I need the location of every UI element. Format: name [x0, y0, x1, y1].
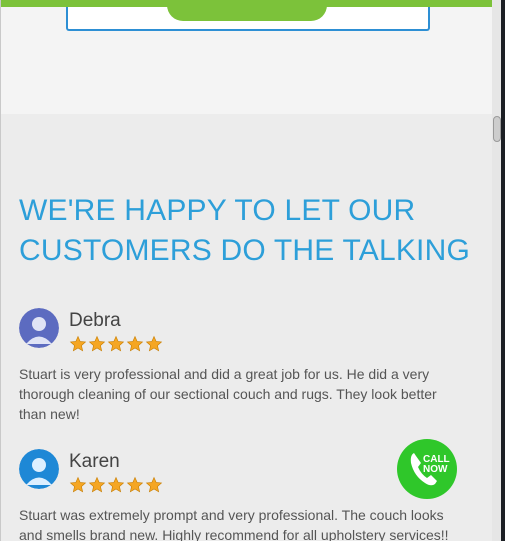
green-action-button[interactable]	[167, 5, 327, 21]
star-icon	[145, 335, 163, 352]
star-icon	[145, 476, 163, 493]
call-now-button[interactable]: CALL NOW	[397, 439, 457, 499]
user-avatar-icon	[19, 449, 59, 489]
star-icon	[126, 476, 144, 493]
browser-viewport: WE'RE HAPPY TO LET OUR CUSTOMERS DO THE …	[0, 0, 502, 541]
star-icon	[88, 335, 106, 352]
window-edge	[501, 0, 505, 541]
scrollbar-thumb[interactable]	[493, 116, 501, 142]
star-rating	[69, 335, 164, 353]
star-icon	[69, 335, 87, 352]
reviewer-name: Debra	[69, 310, 121, 331]
star-icon	[107, 335, 125, 352]
section-heading: WE'RE HAPPY TO LET OUR CUSTOMERS DO THE …	[19, 191, 479, 271]
top-section	[1, 5, 492, 114]
heading-line-2: CUSTOMERS DO THE TALKING	[19, 234, 470, 267]
star-icon	[107, 476, 125, 493]
call-now-label: CALL NOW	[423, 454, 450, 475]
star-icon	[88, 476, 106, 493]
review-text: Stuart was extremely prompt and very pro…	[19, 507, 449, 541]
user-avatar-icon	[19, 308, 59, 348]
star-icon	[69, 476, 87, 493]
star-rating	[69, 476, 164, 494]
star-icon	[126, 335, 144, 352]
avatar	[19, 308, 59, 348]
review-text: Stuart is very professional and did a gr…	[19, 366, 437, 422]
avatar	[19, 449, 59, 489]
heading-line-1: WE'RE HAPPY TO LET OUR	[19, 194, 416, 227]
reviewer-name: Karen	[69, 451, 120, 472]
